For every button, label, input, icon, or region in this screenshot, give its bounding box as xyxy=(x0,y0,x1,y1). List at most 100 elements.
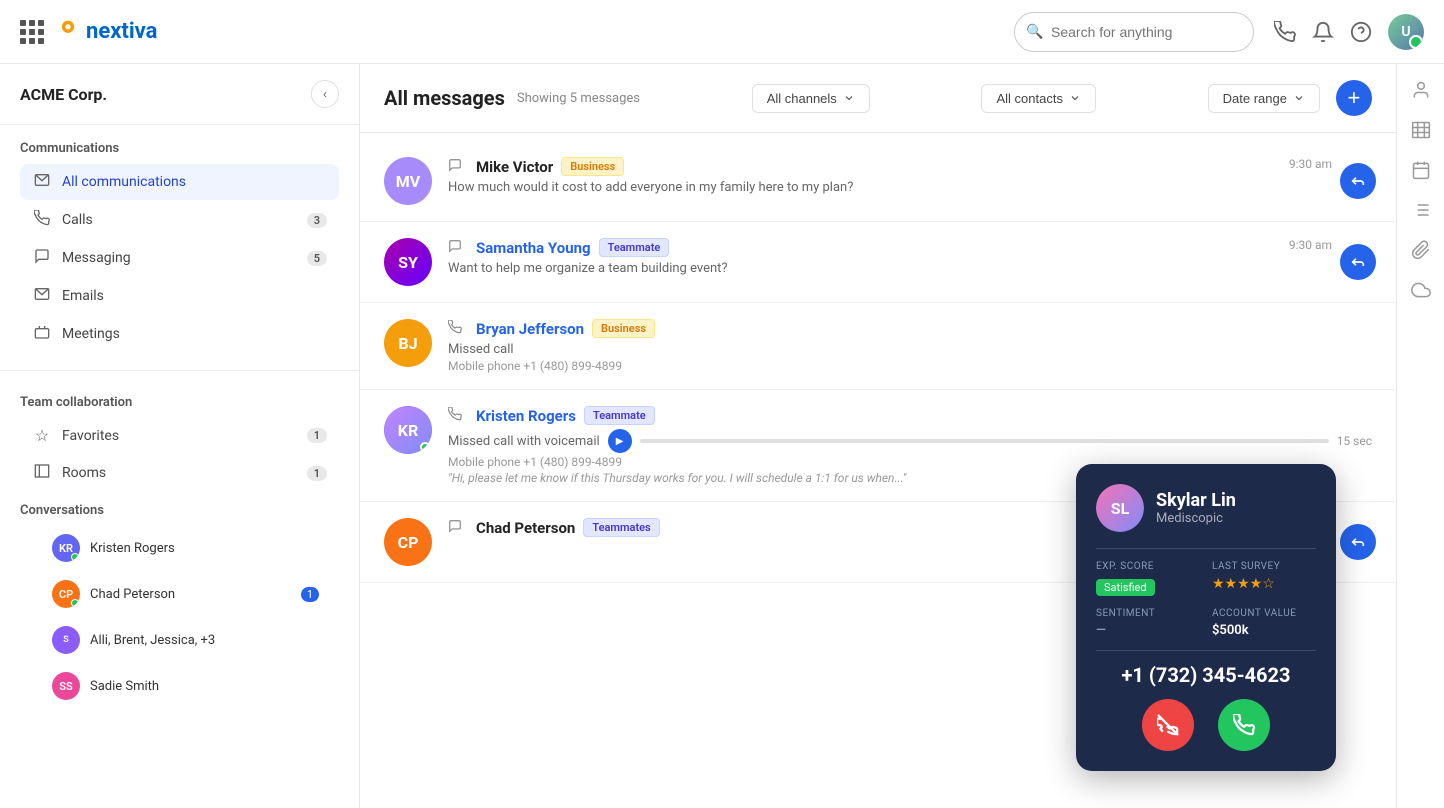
contacts-label: All contacts xyxy=(996,91,1062,106)
sidebar-item-emails[interactable]: Emails xyxy=(20,278,339,314)
all-comm-icon xyxy=(32,172,52,192)
call-card: SL Skylar Lin Mediscopic EXP. SCORE Sati… xyxy=(1076,464,1336,771)
conv-item-sadie[interactable]: SS Sadie Smith xyxy=(28,664,331,708)
online-indicator xyxy=(71,553,79,561)
mike-victor-header: Mike Victor Business xyxy=(448,157,1372,176)
user-avatar[interactable]: U xyxy=(1388,14,1424,50)
conv-item-group[interactable]: S Alli, Brent, Jessica, +3 xyxy=(28,618,331,662)
grid-icon[interactable] xyxy=(20,20,44,44)
collapse-button[interactable]: ‹ xyxy=(311,80,339,108)
samantha-young-time: 9:30 am xyxy=(1289,238,1332,252)
all-channels-filter[interactable]: All channels xyxy=(752,84,870,113)
all-comm-label: All communications xyxy=(62,174,327,190)
bryan-jefferson-missed: Missed call xyxy=(448,342,1372,357)
team-collab-title: Team collaboration xyxy=(20,395,339,410)
bryan-jefferson-body: Bryan Jefferson Business Missed call Mob… xyxy=(448,319,1372,373)
message-card-samantha-young[interactable]: SY Samantha Young Teammate Want to help … xyxy=(360,222,1396,303)
online-indicator xyxy=(71,599,79,607)
list-icon-btn[interactable] xyxy=(1411,200,1431,220)
search-bar: 🔍 xyxy=(1014,12,1254,52)
phone-icon-btn[interactable] xyxy=(1274,21,1296,43)
all-contacts-filter[interactable]: All contacts xyxy=(981,84,1095,113)
rooms-icon xyxy=(32,463,52,483)
contacts-icon-btn[interactable] xyxy=(1411,80,1431,100)
right-sidebar xyxy=(1396,64,1444,808)
message-channel-icon xyxy=(448,519,462,537)
answer-call-button[interactable] xyxy=(1218,699,1270,751)
center-content: All messages Showing 5 messages All chan… xyxy=(360,64,1396,808)
mike-victor-time: 9:30 am xyxy=(1289,157,1332,171)
conversations-section: Conversations KR Kristen Rogers CP Chad … xyxy=(20,503,339,708)
chad-peterson-avatar: CP xyxy=(384,518,432,566)
cloud-icon-btn[interactable] xyxy=(1411,280,1431,300)
voicemail-row: Missed call with voicemail ▶ 15 sec xyxy=(448,429,1372,453)
sidebar-item-meetings[interactable]: Meetings xyxy=(20,316,339,352)
building-icon-btn[interactable] xyxy=(1411,120,1431,140)
kristen-avatar: KR xyxy=(52,534,80,562)
account-value-label: ACCOUNT VALUE xyxy=(1212,608,1316,619)
samantha-young-tag: Teammate xyxy=(599,238,670,257)
samantha-young-avatar: SY xyxy=(384,238,432,286)
conv-item-chad[interactable]: CP Chad Peterson 1 xyxy=(28,572,331,616)
sidebar-item-messaging[interactable]: Messaging 5 xyxy=(20,240,339,276)
sidebar-item-rooms[interactable]: Rooms 1 xyxy=(20,455,339,491)
add-button[interactable]: + xyxy=(1336,80,1372,116)
main-layout: ACME Corp. ‹ Communications All communic… xyxy=(0,64,1444,808)
chevron-down-icon xyxy=(1293,92,1305,104)
mike-victor-name: Mike Victor xyxy=(476,158,553,176)
bryan-jefferson-header: Bryan Jefferson Business xyxy=(448,319,1372,338)
bryan-jefferson-tag: Business xyxy=(592,319,655,338)
samantha-young-text: Want to help me organize a team building… xyxy=(448,261,1372,276)
meetings-label: Meetings xyxy=(62,326,327,342)
favorites-label: Favorites xyxy=(62,428,307,444)
call-card-avatar: SL xyxy=(1096,484,1144,532)
kristen-name: Kristen Rogers xyxy=(90,541,319,556)
sidebar-item-favorites[interactable]: ☆ Favorites 1 xyxy=(20,418,339,453)
chad-avatar: CP xyxy=(52,580,80,608)
call-card-company: Mediscopic xyxy=(1156,511,1236,526)
chevron-down-icon xyxy=(843,92,855,104)
call-channel-icon xyxy=(448,407,462,425)
samantha-young-body: Samantha Young Teammate Want to help me … xyxy=(448,238,1372,276)
sidebar-item-all-communications[interactable]: All communications xyxy=(20,164,339,200)
calls-badge: 3 xyxy=(307,213,327,228)
mike-victor-avatar: MV xyxy=(384,157,432,205)
emails-icon xyxy=(32,286,52,306)
group-name: Alli, Brent, Jessica, +3 xyxy=(90,633,319,648)
play-button[interactable]: ▶ xyxy=(608,429,632,453)
reply-icon xyxy=(1350,254,1366,270)
bryan-jefferson-name: Bryan Jefferson xyxy=(476,320,584,338)
mike-victor-initials: MV xyxy=(396,172,420,191)
content-header: All messages Showing 5 messages All chan… xyxy=(360,64,1396,133)
chad-peterson-tag: Teammates xyxy=(583,518,659,537)
kristen-rogers-tag: Teammate xyxy=(584,406,655,425)
favorites-icon: ☆ xyxy=(32,426,52,445)
phone-icon xyxy=(1233,714,1255,736)
search-input[interactable] xyxy=(1014,12,1254,52)
left-sidebar: ACME Corp. ‹ Communications All communic… xyxy=(0,64,360,808)
reply-icon xyxy=(1350,173,1366,189)
samantha-young-reply-btn[interactable] xyxy=(1340,244,1376,280)
group-avatar: S xyxy=(52,626,80,654)
call-channel-icon xyxy=(448,320,462,338)
message-card-bryan-jefferson[interactable]: BJ Bryan Jefferson Business Missed call … xyxy=(360,303,1396,390)
mike-victor-text: How much would it cost to add everyone i… xyxy=(448,180,1372,195)
calls-label: Calls xyxy=(62,212,307,228)
bell-icon-btn[interactable] xyxy=(1312,21,1334,43)
mike-victor-tag: Business xyxy=(561,157,624,176)
kristen-missed-text: Missed call with voicemail xyxy=(448,434,600,449)
calendar-icon-btn[interactable] xyxy=(1411,160,1431,180)
help-icon-btn[interactable] xyxy=(1350,21,1372,43)
mike-victor-reply-btn[interactable] xyxy=(1340,163,1376,199)
bryan-jefferson-avatar: BJ xyxy=(384,319,432,367)
samantha-young-name: Samantha Young xyxy=(476,239,591,257)
call-card-person: SL Skylar Lin Mediscopic xyxy=(1096,484,1316,532)
sidebar-item-calls[interactable]: Calls 3 xyxy=(20,202,339,238)
message-card-mike-victor[interactable]: MV Mike Victor Business How much would i… xyxy=(360,141,1396,222)
conv-item-kristen[interactable]: KR Kristen Rogers xyxy=(28,526,331,570)
chad-peterson-reply-btn[interactable] xyxy=(1340,524,1376,560)
paperclip-icon-btn[interactable] xyxy=(1411,240,1431,260)
date-range-filter[interactable]: Date range xyxy=(1208,84,1320,113)
end-call-button[interactable] xyxy=(1142,699,1194,751)
bryan-jefferson-phone: Mobile phone +1 (480) 899-4899 xyxy=(448,359,1372,373)
